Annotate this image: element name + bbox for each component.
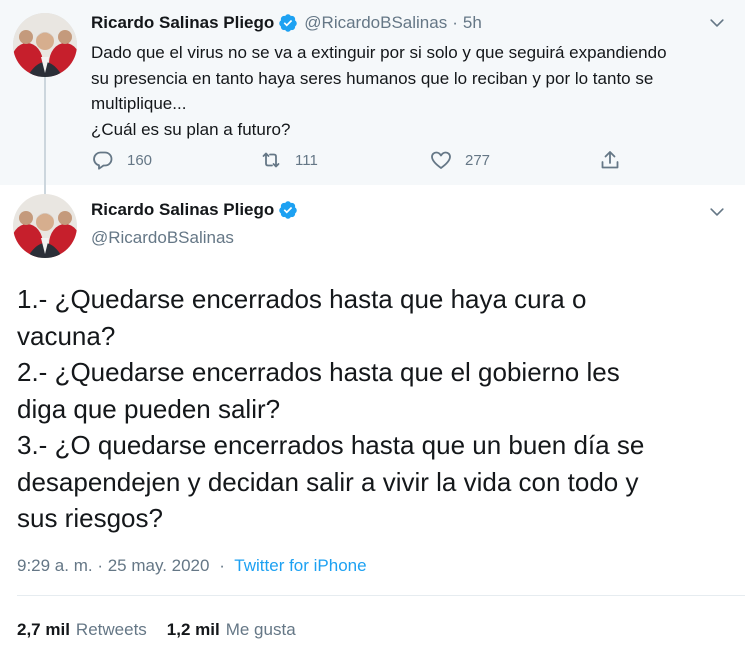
retweets-stat[interactable]: 2,7 mil Retweets (17, 620, 147, 640)
verified-badge-icon (278, 200, 298, 220)
avatar[interactable] (13, 13, 77, 77)
share-button[interactable] (598, 148, 622, 172)
retweets-count: 2,7 mil (17, 620, 70, 639)
tweet-text-line: multiplique... (91, 94, 187, 113)
likes-label: Me gusta (225, 620, 296, 639)
tweet-meta: 9:29 a. m. · 25 may. 2020 · Twitter for … (17, 556, 367, 576)
heart-icon (429, 148, 453, 172)
like-count: 277 (465, 151, 491, 169)
verified-badge-icon (278, 13, 298, 33)
reply-count: 160 (127, 151, 153, 169)
avatar[interactable] (13, 194, 77, 258)
reply-icon (91, 148, 115, 172)
tweet-text: Dado que el virus no se va a extinguir p… (91, 40, 731, 142)
likes-stat[interactable]: 1,2 mil Me gusta (167, 620, 296, 640)
tweet-text-line: 1.- ¿Quedarse encerrados hasta que haya … (17, 284, 587, 314)
tweet-text-line: vacuna? (17, 320, 116, 351)
author-name[interactable]: Ricardo Salinas Pliego (91, 13, 274, 33)
separator-dot: · (219, 556, 225, 575)
author-handle[interactable]: @RicardoBSalinas (304, 13, 447, 33)
tweet-text-line: Dado que el virus no se va a extinguir p… (91, 43, 667, 62)
like-button[interactable]: 277 (429, 148, 490, 172)
author-name[interactable]: Ricardo Salinas Pliego (91, 200, 274, 220)
share-icon (598, 148, 622, 172)
thread-connector-line (44, 70, 46, 196)
tweet-header: Ricardo Salinas Pliego @RicardoBSalinas … (91, 11, 482, 35)
author-name-row: Ricardo Salinas Pliego (91, 200, 298, 220)
tweet-text-line: diga que pueden salir? (17, 393, 281, 424)
tweet-text-line: desapendejen y decidan salir a vivir la … (17, 466, 639, 497)
parent-tweet[interactable]: Ricardo Salinas Pliego @RicardoBSalinas … (0, 0, 745, 196)
tweet-text: 1.- ¿Quedarse encerrados hasta que haya … (17, 281, 732, 537)
retweet-icon (259, 148, 283, 172)
tweet-timestamp[interactable]: 9:29 a. m. · 25 may. 2020 (17, 556, 209, 575)
tweet-text-line: 2.- ¿Quedarse encerrados hasta que el go… (17, 357, 620, 387)
divider (17, 595, 745, 596)
tweet-actions: 160 111 277 (91, 148, 631, 172)
retweets-label: Retweets (75, 620, 147, 639)
chevron-down-icon[interactable] (707, 13, 727, 33)
tweet-text-line: 3.- ¿O quedarse encerrados hasta que un … (17, 430, 645, 460)
reply-button[interactable]: 160 (91, 148, 152, 172)
tweet-text-line: su presencia en tanto haya seres humanos… (91, 68, 654, 88)
retweet-count: 111 (295, 151, 318, 169)
chevron-down-icon[interactable] (707, 202, 727, 222)
tweet-text-line: sus riesgos? (17, 503, 163, 533)
tweet-time[interactable]: 5h (463, 13, 482, 33)
likes-count: 1,2 mil (166, 620, 220, 639)
author-handle[interactable]: @RicardoBSalinas (91, 228, 234, 248)
retweet-button[interactable]: 111 (259, 148, 318, 172)
tweet-source-link[interactable]: Twitter for iPhone (234, 556, 366, 575)
tweet-text-line: ¿Cuál es su plan a futuro? (91, 119, 291, 139)
separator-dot: · (452, 13, 458, 32)
tweet-stats: 2,7 mil Retweets 1,2 mil Me gusta (17, 620, 316, 640)
